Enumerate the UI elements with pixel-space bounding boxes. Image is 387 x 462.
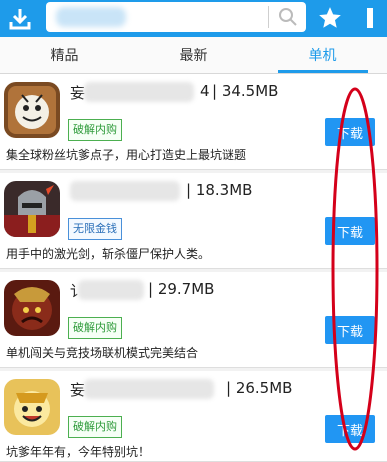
search-icon — [279, 8, 297, 26]
download-button[interactable]: 下载 — [325, 415, 375, 443]
app-description: 单机闯关与竞技场联机模式完美结合 — [6, 346, 199, 360]
app-name-blurred — [78, 280, 144, 300]
gold-smile-icon — [4, 379, 60, 435]
app-size: | 18.3MB — [186, 181, 253, 199]
warrior-icon — [4, 280, 60, 336]
app-size: | 34.5MB — [212, 82, 279, 100]
feature-tag: 破解内购 — [68, 416, 122, 438]
app-name-blurred — [70, 181, 180, 201]
download-icon — [9, 8, 31, 29]
download-button[interactable]: 下载 — [325, 316, 375, 344]
search-box[interactable] — [46, 2, 306, 32]
search-input[interactable] — [54, 5, 258, 31]
feature-tag: 破解内购 — [68, 317, 122, 339]
list-item[interactable]: 妄 | 26.5MB 破解内购 坑爹年年有，今年特别坑！ 下载 — [0, 371, 387, 462]
tab-single-player[interactable]: 单机 — [258, 37, 387, 73]
app-description: 坑爹年年有，今年特别坑！ — [6, 445, 151, 459]
list-item[interactable]: | 18.3MB 无限金钱 用手中的激光剑，斩杀僵尸保护人类。 下载 — [0, 173, 387, 269]
download-button[interactable]: 下载 — [325, 118, 375, 146]
more-button[interactable] — [354, 2, 386, 34]
cartoon-face-icon — [4, 82, 60, 138]
star-icon — [319, 7, 341, 28]
tab-latest[interactable]: 最新 — [129, 37, 258, 73]
list-item[interactable]: 讠 | 29.7MB 破解内购 单机闯关与竞技场联机模式完美结合 下载 — [0, 272, 387, 368]
knight-icon — [4, 181, 60, 237]
app-name-prefix: 妄 — [70, 84, 86, 102]
feature-tag: 无限金钱 — [68, 218, 122, 240]
top-bar — [0, 0, 387, 37]
app-name-blurred — [84, 82, 194, 102]
app-name-blurred — [84, 379, 214, 399]
app-size: | 26.5MB — [226, 379, 293, 397]
app-name-suffix: 4 — [200, 82, 210, 100]
download-manager-button[interactable] — [0, 0, 40, 37]
search-button[interactable] — [274, 5, 302, 29]
download-button[interactable]: 下载 — [325, 217, 375, 245]
feature-tag: 破解内购 — [68, 119, 122, 141]
favorites-button[interactable] — [314, 2, 346, 34]
active-tab-indicator — [278, 70, 368, 73]
list-item[interactable]: 妄 4 | 34.5MB 破解内购 集全球粉丝坑爹点子，用心打造史上最坑谜题 下… — [0, 74, 387, 170]
category-tabs: 精品 最新 单机 — [0, 37, 387, 85]
app-description: 用手中的激光剑，斩杀僵尸保护人类。 — [6, 247, 211, 261]
more-icon — [367, 8, 373, 28]
tab-featured[interactable]: 精品 — [0, 37, 129, 73]
search-divider — [268, 6, 269, 28]
app-size: | 29.7MB — [148, 280, 215, 298]
app-name-prefix: 妄 — [70, 381, 86, 399]
app-description: 集全球粉丝坑爹点子，用心打造史上最坑谜题 — [6, 148, 247, 162]
